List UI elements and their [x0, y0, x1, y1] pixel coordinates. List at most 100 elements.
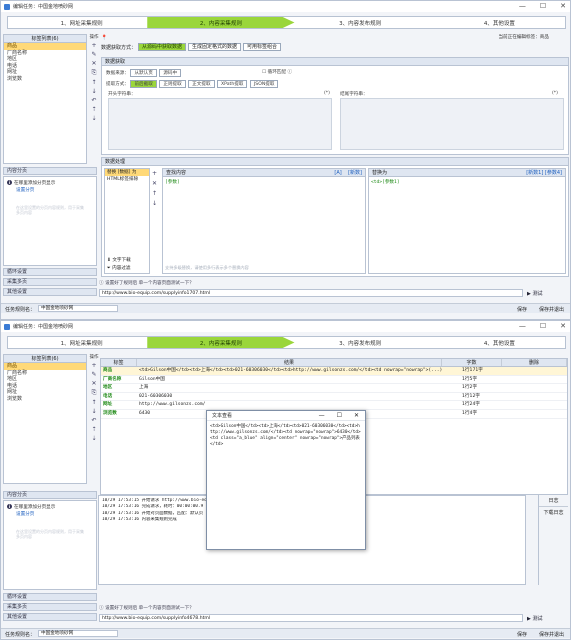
- minimize-button[interactable]: —: [519, 2, 526, 11]
- dialog-maximize-button[interactable]: ☐: [337, 412, 342, 420]
- copy-icon[interactable]: ⎘: [92, 69, 97, 77]
- tag-item[interactable]: 浏览数: [4, 76, 86, 83]
- step-url-rules[interactable]: 1、网址采集规则: [8, 337, 155, 348]
- task-name-input[interactable]: 中国金地喷砂网: [38, 305, 118, 312]
- tag-list-header: 标签列表(6): [4, 35, 86, 43]
- move-top-icon[interactable]: ⇡: [91, 426, 96, 433]
- save-exit-button[interactable]: 保存并退出: [539, 631, 564, 638]
- maximize-button[interactable]: ☐: [540, 322, 546, 331]
- move-up-icon[interactable]: ↑: [152, 190, 157, 197]
- find-content-input[interactable]: [参数]: [163, 177, 365, 187]
- content-paging-header[interactable]: 内容分页: [3, 167, 97, 175]
- column-header: 结果: [137, 359, 442, 366]
- save-exit-button[interactable]: 保存并退出: [539, 306, 564, 313]
- text-download-option[interactable]: 文字下载: [112, 258, 130, 263]
- more-pages-header[interactable]: 采集多页: [3, 278, 97, 286]
- move-down-icon[interactable]: ↓: [91, 88, 96, 95]
- replace-with-input[interactable]: <td>[参数1]: [369, 177, 565, 187]
- copy-icon[interactable]: ⎘: [92, 389, 97, 397]
- find-link-a[interactable]: [A]: [334, 170, 341, 176]
- delete-icon[interactable]: ✕: [91, 380, 96, 387]
- move-bottom-icon[interactable]: ⇣: [91, 115, 96, 122]
- help-icon[interactable]: ⓘ: [287, 70, 292, 75]
- undo-icon[interactable]: ↶: [91, 417, 96, 424]
- paging-ghost-text: 在这里设置的分页内容规则，用于采集多页内容: [16, 205, 84, 215]
- maximize-button[interactable]: ☐: [540, 2, 546, 11]
- step-url-rules[interactable]: 1、网址采集规则: [8, 17, 155, 28]
- dialog-content[interactable]: <td>Gilson中国</td><td>上海</td><td>021-6030…: [207, 421, 365, 451]
- data-fetch-header: 数据获取: [102, 58, 568, 66]
- add-icon[interactable]: +: [152, 170, 157, 177]
- table-row[interactable]: 电话 021-60306030 1行12字: [101, 393, 567, 402]
- table-row[interactable]: 地区 上海 1行2字: [101, 384, 567, 393]
- other-settings-header[interactable]: 其他设置: [3, 288, 97, 296]
- find-link-new[interactable]: [新数]: [348, 170, 362, 176]
- source-tag-default[interactable]: 从默认页: [130, 69, 157, 77]
- add-icon[interactable]: +: [91, 42, 96, 49]
- close-button[interactable]: ✕: [560, 322, 566, 331]
- mode-tag-combo[interactable]: 可用标签组合: [243, 43, 282, 51]
- more-pages-header[interactable]: 采集多页: [3, 603, 97, 611]
- content-filter-option[interactable]: 内容过滤: [112, 266, 130, 271]
- download-log-tab[interactable]: 下载日志: [539, 507, 568, 518]
- undo-icon[interactable]: ↶: [91, 97, 96, 104]
- minimize-button[interactable]: —: [519, 322, 526, 331]
- replace-with-pane: 替换为 [新数1] [参数4] <td>[参数1]: [368, 168, 566, 274]
- delete-icon[interactable]: ✕: [152, 180, 157, 187]
- test-url-input[interactable]: http://www.bio-equip.com/supplyinfo4678.…: [99, 614, 523, 622]
- move-up-icon[interactable]: ↑: [91, 79, 96, 86]
- other-settings-header[interactable]: 其他设置: [3, 613, 97, 621]
- move-down-icon[interactable]: ↓: [91, 408, 96, 415]
- step-publish-rules[interactable]: 3、内容发布规则: [287, 337, 434, 348]
- step-publish-rules[interactable]: 3、内容发布规则: [287, 17, 434, 28]
- source-tag-html[interactable]: 源码中: [159, 69, 182, 77]
- data-fetch-group: 数据获取 数据来源： 从默认页 源码中 ☐ 循环匹配 ⓘ 提取方式： 前后截取 …: [101, 57, 569, 155]
- loop-match-checkbox[interactable]: ☐: [262, 70, 266, 75]
- proc-item[interactable]: 替换 [数据] 为: [105, 169, 149, 176]
- replace-link-param4[interactable]: [参数4]: [545, 170, 562, 176]
- extract-tab-range[interactable]: 前后截取: [130, 80, 157, 88]
- replace-link-new1[interactable]: [新数1]: [526, 170, 543, 176]
- proc-item[interactable]: HTML标签排除: [105, 176, 149, 183]
- add-icon[interactable]: +: [91, 362, 96, 369]
- save-button[interactable]: 保存: [517, 631, 527, 638]
- edit-icon[interactable]: ✎: [91, 371, 96, 378]
- extract-tab-xpath[interactable]: XPath提取: [217, 80, 248, 88]
- mode-fixed-format[interactable]: 生成固定格式的数据: [188, 43, 242, 51]
- save-button[interactable]: 保存: [517, 306, 527, 313]
- table-row[interactable]: 厂商名称 Gilson中国 1行5字: [101, 376, 567, 385]
- data-processing-group: 数据处理 替换 [数据] 为 HTML标签排除 ⬇ 文字下载 ⏷ 内容过滤 + …: [101, 157, 569, 277]
- close-button[interactable]: ✕: [560, 2, 566, 11]
- dialog-close-button[interactable]: ✕: [354, 412, 359, 420]
- step-other-settings[interactable]: 4、其他设置: [426, 337, 570, 348]
- test-url-input[interactable]: http://www.bio-equip.com/supplyinfo1707.…: [99, 289, 523, 297]
- loop-settings-header[interactable]: 循环设置: [3, 593, 97, 601]
- task-name-input[interactable]: 中国金地喷砂网: [38, 630, 118, 637]
- step-content-rules[interactable]: 2、内容采集规则: [147, 337, 295, 348]
- delete-icon[interactable]: ✕: [91, 60, 96, 67]
- move-top-icon[interactable]: ⇡: [91, 106, 96, 113]
- dialog-minimize-button[interactable]: —: [319, 412, 325, 420]
- move-bottom-icon[interactable]: ⇣: [91, 435, 96, 442]
- extract-tab-text[interactable]: 正文提取: [188, 80, 215, 88]
- tag-item[interactable]: 浏览数: [4, 396, 86, 403]
- content-paging-header[interactable]: 内容分页: [3, 491, 97, 499]
- loop-settings-header[interactable]: 循环设置: [3, 268, 97, 276]
- test-button[interactable]: 测试: [532, 291, 542, 297]
- find-content-pane: 查找内容 [A] [新数] [参数] 支持多级替换，请使用多行表示多个替换内容: [162, 168, 366, 274]
- table-row[interactable]: 商品 <td>Gilson中国</td><td>上海</td><td>021-60…: [101, 367, 567, 376]
- table-row[interactable]: 网址 http://www.gilsonzs.com/1行24字: [101, 401, 567, 410]
- move-up-icon[interactable]: ↑: [91, 399, 96, 406]
- step-content-rules[interactable]: 2、内容采集规则: [147, 17, 295, 28]
- start-string-input[interactable]: [108, 98, 332, 150]
- log-tab[interactable]: 日志: [539, 495, 568, 507]
- extract-tab-json[interactable]: JSON提取: [249, 80, 279, 88]
- move-down-icon[interactable]: ↓: [152, 200, 157, 207]
- edit-icon[interactable]: ✎: [91, 51, 96, 58]
- end-string-input[interactable]: [340, 98, 564, 150]
- step-other-settings[interactable]: 4、其他设置: [426, 17, 570, 28]
- mode-from-source[interactable]: 从源码中获取数据: [138, 43, 187, 51]
- test-button[interactable]: 测试: [532, 616, 542, 622]
- column-header: 字数: [442, 359, 502, 366]
- extract-tab-regex[interactable]: 正则提取: [159, 80, 186, 88]
